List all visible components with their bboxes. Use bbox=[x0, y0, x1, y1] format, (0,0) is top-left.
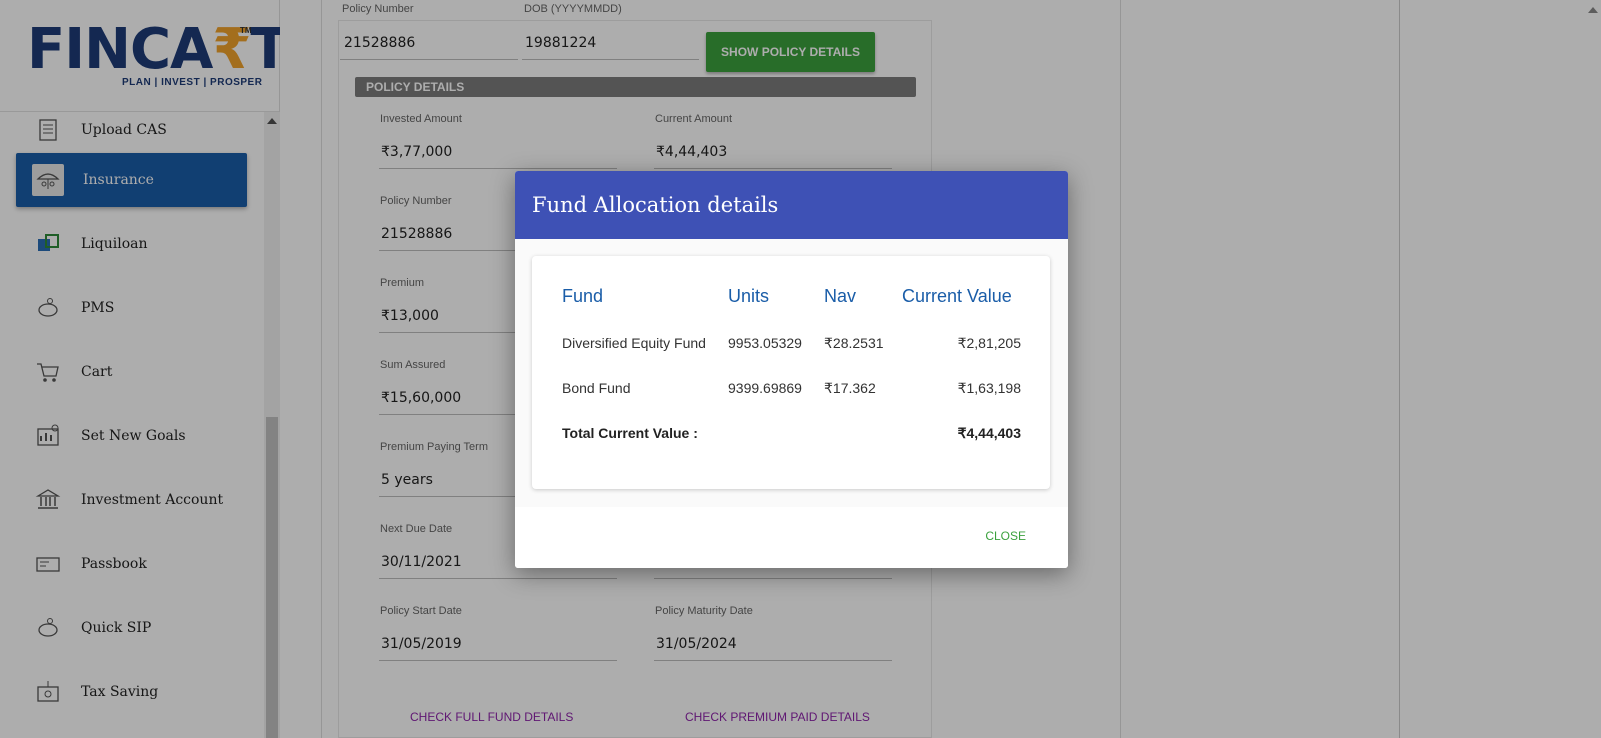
fund-allocation-dialog: Fund Allocation details Fund Units Nav C… bbox=[515, 171, 1068, 568]
dialog-title: Fund Allocation details bbox=[515, 171, 1068, 239]
row-2-fund: Bond Fund bbox=[562, 380, 631, 396]
fund-allocation-table-card: Fund Units Nav Current Value Diversified… bbox=[532, 256, 1050, 489]
column-header-fund: Fund bbox=[562, 286, 604, 306]
column-header-current-value: Current Value bbox=[902, 286, 1012, 306]
row-2-units: 9399.69869 bbox=[728, 380, 802, 396]
row-2-current-value: ₹1,63,198 bbox=[957, 380, 1021, 396]
column-header-nav: Nav bbox=[824, 286, 857, 306]
close-button[interactable]: CLOSE bbox=[985, 529, 1026, 543]
row-1-current-value: ₹2,81,205 bbox=[957, 335, 1021, 351]
row-1-nav: ₹28.2531 bbox=[824, 335, 884, 351]
total-current-value: ₹4,44,403 bbox=[957, 425, 1021, 441]
row-1-fund: Diversified Equity Fund bbox=[562, 335, 706, 351]
total-current-value-label: Total Current Value : bbox=[562, 425, 698, 441]
row-2-nav: ₹17.362 bbox=[824, 380, 876, 396]
column-header-units: Units bbox=[728, 286, 770, 306]
row-1-units: 9953.05329 bbox=[728, 335, 802, 351]
dialog-footer: CLOSE bbox=[515, 507, 1068, 568]
